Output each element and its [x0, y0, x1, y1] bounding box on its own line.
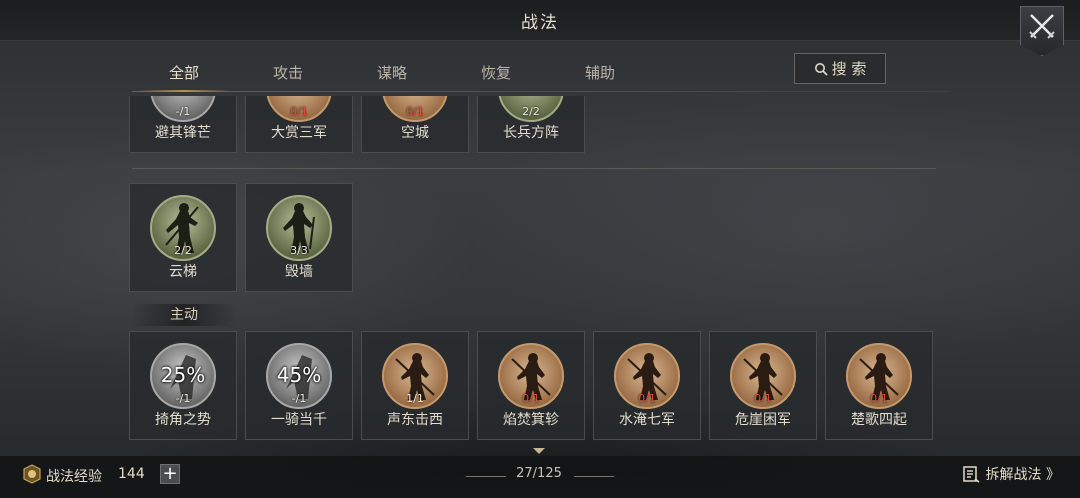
skill-portrait: 2/2: [498, 96, 564, 122]
search-icon: [814, 62, 828, 76]
skill-percent: 45%: [276, 363, 322, 387]
skill-name: 危崖困军: [735, 412, 791, 428]
skill-card[interactable]: 2/2 长兵方阵: [477, 96, 585, 153]
skill-portrait: 25% -/1: [150, 343, 216, 409]
skill-name: 水淹七军: [619, 412, 675, 428]
skill-count: -/1: [291, 392, 307, 405]
page-counter: 27/125: [516, 466, 562, 481]
skill-name: 避其锋芒: [155, 125, 211, 141]
skill-exp-label: 战法经验: [46, 469, 102, 485]
section-divider: [132, 168, 936, 169]
top-row-clip: -/1 避其锋芒 0/1 大赏三军 0/1 空城 2/2 长兵方阵: [0, 96, 1080, 156]
skill-count: 0/1: [870, 392, 888, 405]
tab-support[interactable]: 辅助: [548, 56, 652, 92]
tab-recovery[interactable]: 恢复: [444, 56, 548, 92]
skill-card[interactable]: 45% -/1 一骑当千: [245, 331, 353, 440]
skill-portrait: -/1: [150, 96, 216, 122]
skill-name: 掎角之势: [155, 412, 211, 428]
skill-count: 3/3: [290, 244, 308, 257]
disassemble-skill-button[interactable]: 拆解战法 》: [962, 464, 1060, 484]
skill-count: -/1: [175, 105, 191, 118]
skill-exp-icon: [23, 464, 41, 484]
disassemble-label: 拆解战法 》: [985, 467, 1060, 483]
skill-portrait: 3/3: [266, 195, 332, 261]
skill-portrait: 0/1: [614, 343, 680, 409]
skill-card[interactable]: 0/1 焰焚箕轸: [477, 331, 585, 440]
skill-name: 焰焚箕轸: [503, 412, 559, 428]
skill-card[interactable]: 1/1 声东击西: [361, 331, 469, 440]
skill-name: 声东击西: [387, 412, 443, 428]
tab-attack[interactable]: 攻击: [236, 56, 340, 92]
page-title: 战法: [521, 12, 559, 33]
skill-name: 大赏三军: [271, 125, 327, 141]
skill-card[interactable]: 25% -/1 掎角之势: [129, 331, 237, 440]
document-list-icon: [962, 466, 979, 483]
skill-count: 0/1: [290, 105, 308, 118]
scroll-indicator-caret: [533, 448, 545, 454]
skill-name: 毁墙: [285, 264, 313, 280]
skill-portrait: 0/1: [498, 343, 564, 409]
skill-percent: 25%: [160, 363, 206, 387]
search-button[interactable]: 搜 索: [794, 53, 886, 84]
skill-name: 空城: [401, 125, 429, 141]
close-button[interactable]: [1020, 6, 1064, 56]
skill-count: 0/1: [638, 392, 656, 405]
tab-strategy[interactable]: 谋略: [340, 56, 444, 92]
skill-portrait: 2/2: [150, 195, 216, 261]
skill-count: -/1: [175, 392, 191, 405]
skill-count: 2/2: [174, 244, 192, 257]
skill-card[interactable]: 2/2 云梯: [129, 183, 237, 292]
skill-card[interactable]: 0/1 水淹七军: [593, 331, 701, 440]
skill-card[interactable]: 0/1 大赏三军: [245, 96, 353, 153]
tabs-underline: [132, 91, 950, 92]
skill-name: 一骑当千: [271, 412, 327, 428]
skill-count: 0/1: [406, 105, 424, 118]
skill-card[interactable]: 0/1 空城: [361, 96, 469, 153]
title-bar: 战法: [0, 0, 1080, 41]
skill-card[interactable]: 0/1 楚歌四起: [825, 331, 933, 440]
skill-count: 0/1: [754, 392, 772, 405]
skill-name: 长兵方阵: [503, 125, 559, 141]
crossed-swords-icon: [1029, 14, 1055, 39]
skill-portrait: 0/1: [846, 343, 912, 409]
category-tabs: 全部 攻击 谋略 恢复 辅助: [132, 56, 652, 92]
skill-card[interactable]: -/1 避其锋芒: [129, 96, 237, 153]
tab-all[interactable]: 全部: [132, 56, 236, 92]
skill-portrait: 1/1: [382, 343, 448, 409]
skill-portrait: 45% -/1: [266, 343, 332, 409]
skill-name: 云梯: [169, 264, 197, 280]
skill-card[interactable]: 0/1 危崖困军: [709, 331, 817, 440]
section-label-active: 主动: [132, 304, 236, 326]
skill-count: 2/2: [522, 105, 540, 118]
skill-portrait: 0/1: [382, 96, 448, 122]
skill-portrait: 0/1: [730, 343, 796, 409]
add-exp-button[interactable]: +: [160, 464, 180, 484]
skill-card[interactable]: 3/3 毁墙: [245, 183, 353, 292]
skill-exp-value: 144: [118, 466, 145, 482]
skill-count: 1/1: [406, 392, 424, 405]
skill-count: 0/1: [522, 392, 540, 405]
skill-name: 楚歌四起: [851, 412, 907, 428]
search-label: 搜 索: [831, 60, 867, 78]
skill-portrait: 0/1: [266, 96, 332, 122]
